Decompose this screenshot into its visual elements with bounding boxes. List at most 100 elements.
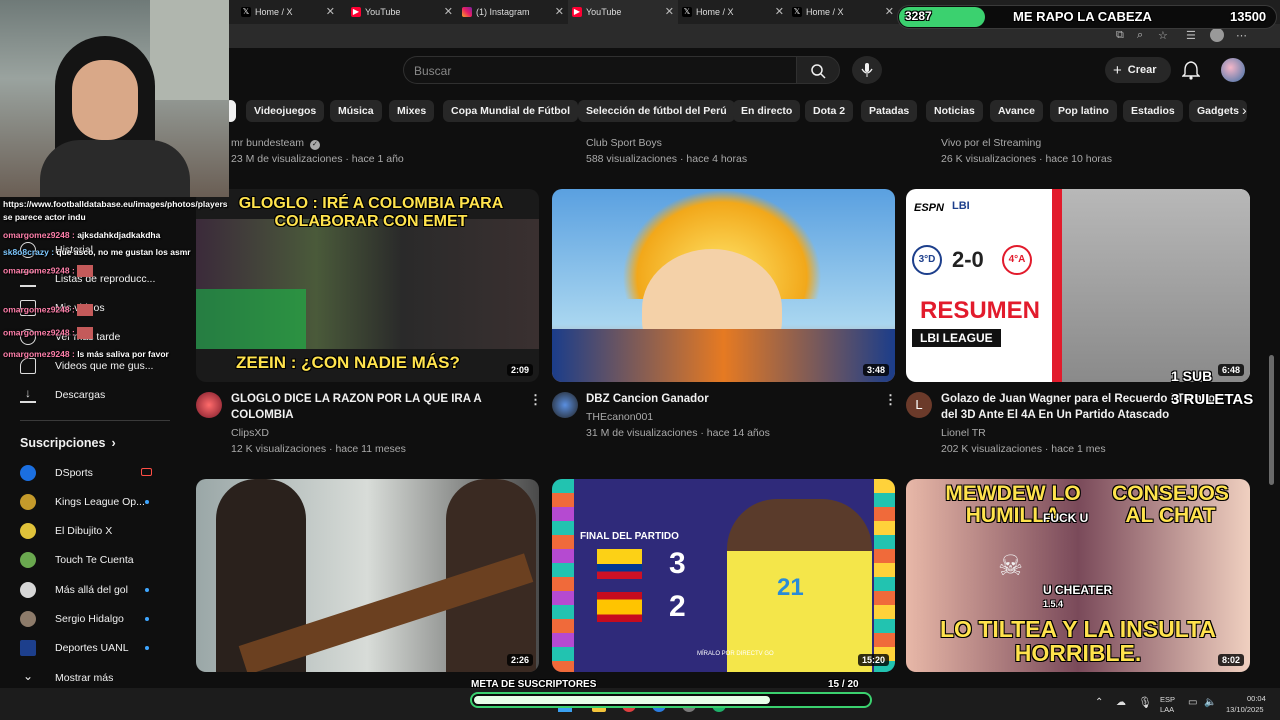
- close-icon[interactable]: ✕: [555, 5, 564, 18]
- user-avatar[interactable]: [1221, 58, 1245, 82]
- close-icon[interactable]: ✕: [775, 5, 784, 18]
- video-duration: 2:09: [506, 364, 533, 376]
- chip[interactable]: Selección de fútbol del Perú: [578, 100, 735, 122]
- browser-tab[interactable]: 𝕏 Home / X ✕: [678, 0, 788, 24]
- zoom-icon[interactable]: ⌕: [1137, 29, 1143, 42]
- thumbnail-caption: 1.5.4: [1043, 599, 1064, 609]
- bell-icon[interactable]: [1182, 60, 1200, 80]
- more-menu-icon[interactable]: ⋯: [1236, 29, 1247, 42]
- new-content-dot: [145, 617, 149, 621]
- chat-message: omargomez9248 : ajksdahkdjadkakdha: [3, 230, 160, 240]
- sidebar-sub-item[interactable]: Más allá del gol: [20, 580, 128, 600]
- browser-tab[interactable]: 𝕏 Home / X ✕: [237, 0, 347, 24]
- sidebar-item-liked[interactable]: Videos que me gus...: [20, 356, 153, 376]
- sidebar-item-label: Sergio Hidalgo: [55, 613, 124, 625]
- close-icon[interactable]: ✕: [326, 5, 335, 18]
- sidebar-sub-item[interactable]: Kings League Op...: [20, 492, 145, 512]
- close-icon[interactable]: ✕: [885, 5, 894, 18]
- video-thumbnail[interactable]: 2:26: [196, 479, 539, 672]
- channel-avatar[interactable]: [196, 392, 222, 418]
- browser-tab[interactable]: (1) Instagram ✕: [458, 0, 568, 24]
- chip[interactable]: Noticias: [926, 100, 983, 122]
- subscriber-goal-label: META DE SUSCRIPTORES: [471, 679, 597, 690]
- sidebar-item-label: DSports: [55, 467, 93, 479]
- chip[interactable]: Copa Mundial de Fútbol: [443, 100, 578, 122]
- video-channel[interactable]: Club Sport Boys: [586, 137, 662, 149]
- sidebar-sub-item[interactable]: Sergio Hidalgo: [20, 609, 124, 629]
- overlay-subs-text: 1 SUB: [1171, 368, 1213, 384]
- chip[interactable]: Videojuegos: [246, 100, 325, 122]
- chevron-right-icon[interactable]: ›: [1242, 102, 1247, 118]
- sidebar-item-downloads[interactable]: ↓ Descargas: [20, 385, 105, 405]
- chip[interactable]: Mixes: [389, 100, 435, 122]
- page-scrollbar[interactable]: [1269, 355, 1274, 485]
- video-thumbnail[interactable]: GLOGLO : IRÉ A COLOMBIA PARA COLABORAR C…: [196, 189, 539, 382]
- video-channel[interactable]: Vivo por el Streaming: [941, 137, 1041, 149]
- browser-tab[interactable]: 𝕏 Home / X ✕: [788, 0, 898, 24]
- chip[interactable]: Estadios: [1123, 100, 1183, 122]
- chat-text: se parece actor indu: [3, 212, 86, 222]
- tab-label: Home / X: [255, 7, 293, 17]
- emote-icon: [77, 304, 94, 316]
- video-thumbnail[interactable]: MEWDEW LO HUMILLA CONSEJOS AL CHAT ☠ FUC…: [906, 479, 1250, 672]
- voice-search-button[interactable]: [852, 56, 882, 84]
- video-thumbnail[interactable]: ESPN LBI 3°D 2-0 4°A RESUMEN LBI LEAGUE …: [906, 189, 1250, 382]
- video-thumbnail[interactable]: FINAL DEL PARTIDO 3 2 21 MÍRALO POR DIRE…: [552, 479, 895, 672]
- favorites-icon[interactable]: ☰: [1186, 29, 1196, 42]
- video-thumbnail[interactable]: 3:48: [552, 189, 895, 382]
- channel-avatar: [20, 582, 36, 598]
- close-icon[interactable]: ✕: [444, 5, 453, 18]
- clock-date[interactable]: 13/10/2025: [1226, 705, 1264, 714]
- subscriptions-header[interactable]: Suscripciones ›: [20, 436, 116, 450]
- chip[interactable]: Dota 2: [805, 100, 854, 122]
- channel-avatar[interactable]: L: [906, 392, 932, 418]
- sidebar-show-more[interactable]: ⌄ Mostrar más: [20, 668, 113, 688]
- wifi-icon[interactable]: ▭: [1188, 697, 1197, 708]
- more-options-icon[interactable]: ⋮: [884, 392, 897, 408]
- search-button[interactable]: [796, 56, 840, 84]
- more-options-icon[interactable]: ⋮: [529, 392, 542, 408]
- webcam-background: [150, 0, 229, 100]
- search-input[interactable]: Buscar: [403, 56, 796, 84]
- youtube-icon: ▶: [572, 7, 582, 17]
- video-channel[interactable]: mr bundesteam ✓: [231, 137, 320, 150]
- video-channel[interactable]: THEcanon001: [586, 411, 653, 423]
- video-channel[interactable]: Lionel TR: [941, 427, 986, 439]
- clock-time[interactable]: 00:04: [1247, 694, 1266, 703]
- jersey-number: 21: [777, 574, 804, 601]
- video-title[interactable]: GLOGLO DICE LA RAZON POR LA QUE IRA A CO…: [231, 391, 511, 423]
- channel-avatar[interactable]: [552, 392, 578, 418]
- emote-icon: [77, 327, 94, 339]
- browser-tab-active[interactable]: ▶ YouTube ✕: [568, 0, 678, 24]
- browser-tab[interactable]: ▶ YouTube ✕: [347, 0, 457, 24]
- chip[interactable]: Música: [330, 100, 382, 122]
- chip[interactable]: Pop latino: [1050, 100, 1117, 122]
- profile-icon[interactable]: [1210, 28, 1224, 42]
- webcam-person: [40, 140, 190, 197]
- open-external-icon[interactable]: ⧉: [1116, 29, 1124, 42]
- mic-icon[interactable]: 🎙: [1138, 696, 1152, 709]
- sidebar-sub-item[interactable]: Deportes UANL: [20, 638, 129, 658]
- thumbnail-image: [552, 329, 895, 382]
- sidebar-sub-item[interactable]: DSports: [20, 463, 93, 483]
- language-indicator-sub[interactable]: LAA: [1160, 705, 1174, 714]
- volume-icon[interactable]: 🔈: [1204, 697, 1216, 708]
- video-title[interactable]: DBZ Cancion Ganador: [586, 391, 866, 407]
- sidebar-sub-item[interactable]: El Dibujito X: [20, 521, 112, 541]
- chip[interactable]: En directo: [733, 100, 801, 122]
- video-duration: 6:48: [1217, 364, 1244, 376]
- download-icon: ↓: [20, 387, 36, 403]
- create-button[interactable]: + Crear: [1105, 57, 1171, 83]
- chip[interactable]: Gadgets: [1189, 100, 1248, 122]
- video-meta: 588 visualizaciones · hace 4 horas: [586, 153, 748, 165]
- video-channel[interactable]: ClipsXD: [231, 427, 269, 439]
- star-icon[interactable]: ☆: [1158, 29, 1168, 42]
- chevron-up-icon[interactable]: ⌃: [1095, 697, 1103, 708]
- close-icon[interactable]: ✕: [665, 5, 674, 18]
- language-indicator[interactable]: ESP: [1160, 695, 1175, 704]
- chip[interactable]: Patadas: [861, 100, 918, 122]
- sidebar-sub-item[interactable]: Touch Te Cuenta: [20, 550, 134, 570]
- chip[interactable]: Avance: [990, 100, 1043, 122]
- network-icon[interactable]: ☁: [1116, 697, 1126, 708]
- new-content-dot: [145, 646, 149, 650]
